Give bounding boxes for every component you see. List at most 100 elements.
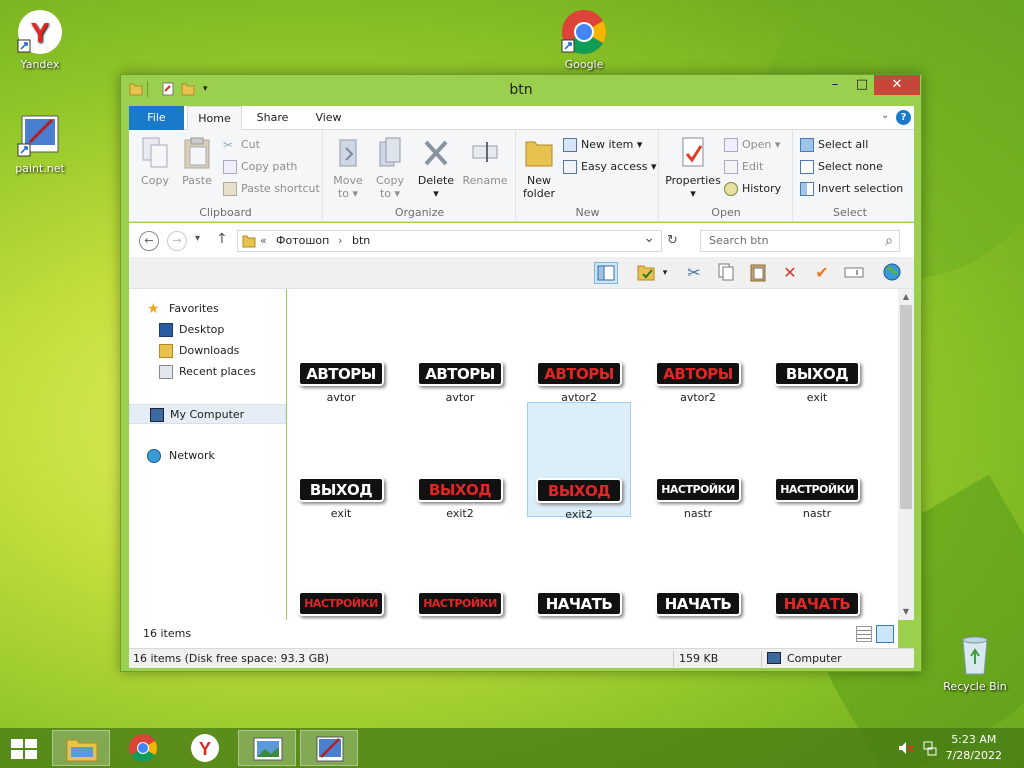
file-item[interactable]: ВЫХОД exit2 [527,402,631,521]
properties-check-icon[interactable]: ✔ [810,262,834,284]
taskbar-chrome[interactable] [114,730,172,766]
file-item[interactable]: ВЫХОД exit [765,359,869,404]
search-input[interactable]: Search btn ⌕ [700,230,900,252]
chevron-down-icon[interactable]: ⌄ [643,228,655,248]
nav-recent-places[interactable]: Recent places [157,362,256,382]
maximize-button[interactable]: □ [848,75,876,95]
edit-button[interactable]: Edit [724,158,763,176]
rename-icon[interactable] [842,262,866,284]
chevron-down-icon[interactable]: ▾ [659,262,671,284]
file-item[interactable]: НАЧАТЬ [527,589,631,621]
file-item[interactable]: НАЧАТЬ [646,589,750,621]
scissors-icon[interactable]: ✂ [682,262,706,284]
scroll-thumb[interactable] [900,305,912,509]
tab-home[interactable]: Home [187,106,242,131]
file-item[interactable]: ВЫХОД exit [289,475,393,520]
easy-access-button[interactable]: Easy access ▾ [563,158,657,176]
open-button[interactable]: Open ▾ [724,136,780,154]
refresh-button[interactable]: ↻ [667,233,678,248]
details-view-icon[interactable] [856,626,872,642]
taskbar-yandex[interactable]: Y [176,730,234,766]
tab-share[interactable]: Share [245,106,300,130]
new-folder-button[interactable]: New folder [519,136,559,200]
delete-button[interactable]: Delete ▾ [414,136,458,200]
address-bar[interactable]: « Фотошоп › btn ⌄ [237,230,662,252]
file-item[interactable]: АВТОРЫ avtor2 [646,359,750,404]
desktop-icon-google[interactable]: Google [544,8,624,71]
file-item[interactable]: АВТОРЫ avtor [408,359,512,404]
taskbar-photo-viewer[interactable] [238,730,296,766]
desktop-icon-yandex[interactable]: Y Yandex [0,8,80,71]
desktop-icon-recycle-bin[interactable]: Recycle Bin [935,630,1015,693]
vertical-scrollbar[interactable]: ▲ ▼ [898,289,914,620]
taskbar-explorer[interactable] [52,730,110,766]
checklist-icon[interactable] [634,262,658,284]
close-button[interactable]: ✕ [874,75,920,95]
desktop-icon-paintnet[interactable]: paint.net [0,112,80,175]
nav-network[interactable]: Network [147,446,215,466]
tab-file[interactable]: File [129,106,184,130]
breadcrumb-separator[interactable]: › [338,231,342,251]
file-item[interactable]: НАЧАТЬ [765,589,869,621]
rename-icon [469,136,501,170]
select-all-button[interactable]: Select all [800,136,868,154]
large-icons-view-icon[interactable] [876,625,894,643]
move-to-button[interactable]: Move to ▾ [328,136,368,200]
recent-locations-button[interactable]: ▾ [195,233,200,244]
file-name: exit [330,507,352,520]
thumbnail-text: НАСТРОЙКИ [298,591,384,616]
clock[interactable]: 5:23 AM 7/28/2022 [946,732,1002,764]
command-toolbar: ▾ ✂ ✕ ✔ [129,257,914,289]
scroll-down-arrow[interactable]: ▼ [898,604,914,620]
help-icon[interactable]: ? [896,110,911,125]
file-item[interactable]: НАСТРОЙКИ nastr [646,475,750,520]
file-thumbnail: НАСТРОЙКИ [296,589,386,619]
select-none-button[interactable]: Select none [800,158,883,176]
tab-view[interactable]: View [301,106,356,130]
breadcrumb-item[interactable]: btn [352,231,370,251]
invert-selection-button[interactable]: Invert selection [800,180,903,198]
paste-shortcut-button[interactable]: Paste shortcut [223,180,320,198]
copy-to-button[interactable]: Copy to ▾ [370,136,410,200]
preview-pane-icon[interactable] [594,262,618,284]
scroll-up-arrow[interactable]: ▲ [898,289,914,305]
copy-button[interactable]: Copy [135,136,175,187]
taskbar-paintnet[interactable] [300,730,358,766]
file-item[interactable]: АВТОРЫ avtor2 [527,359,631,404]
file-item[interactable]: АВТОРЫ avtor [289,359,393,404]
file-name: avtor [445,391,475,404]
paste-button[interactable]: Paste [177,136,217,187]
file-name: exit2 [446,507,474,520]
nav-favorites[interactable]: ★ Favorites [147,299,219,319]
volume-muted-icon[interactable] [898,741,914,755]
file-item[interactable]: НАСТРОЙКИ [408,589,512,621]
search-icon[interactable]: ⌕ [885,231,893,251]
title-bar[interactable]: ▾ btn – □ ✕ [121,75,921,105]
properties-button[interactable]: Properties ▾ [664,136,722,200]
up-button[interactable]: ↑ [216,231,228,247]
back-button[interactable]: ← [139,231,159,251]
group-select: Select all Select none Invert selection … [794,130,906,222]
delete-icon[interactable]: ✕ [778,262,802,284]
file-item[interactable]: НАСТРОЙКИ [289,589,393,621]
nav-downloads[interactable]: Downloads [157,341,239,361]
cut-button[interactable]: ✂ Cut [223,136,260,154]
copy-icon[interactable] [714,262,738,284]
file-item[interactable]: НАСТРОЙКИ nastr [765,475,869,520]
nav-desktop[interactable]: Desktop [157,320,224,340]
breadcrumb-overflow[interactable]: « [260,231,267,251]
minimize-button[interactable]: – [821,75,849,95]
paste-icon[interactable] [746,262,770,284]
new-item-button[interactable]: New item ▾ [563,136,642,154]
copy-path-button[interactable]: Copy path [223,158,297,176]
forward-button[interactable]: → [167,231,187,251]
network-icon[interactable] [922,740,938,756]
rename-button[interactable]: Rename [460,136,510,187]
breadcrumb-item[interactable]: Фотошоп [276,231,329,251]
globe-icon[interactable] [880,262,904,284]
history-button[interactable]: History [724,180,781,198]
nav-my-computer[interactable]: My Computer [129,404,286,424]
start-button[interactable] [10,738,38,760]
file-item[interactable]: ВЫХОД exit2 [408,475,512,520]
chevron-down-icon[interactable]: ⌄ [881,110,889,121]
